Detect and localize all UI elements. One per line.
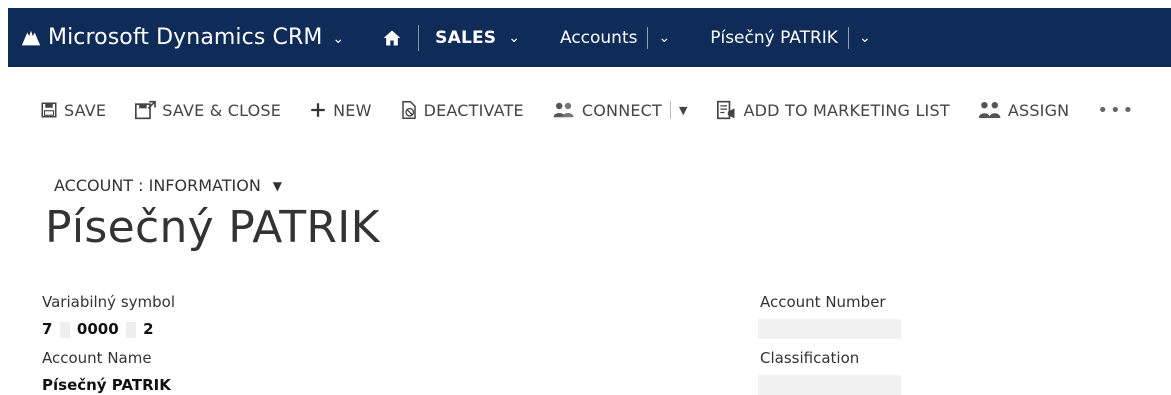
deactivate-button[interactable]: DEACTIVATE: [400, 100, 524, 120]
nav-separator: [418, 24, 420, 51]
nav-record[interactable]: Písečný PATRIK ⌄: [710, 26, 871, 49]
new-label: NEW: [333, 100, 372, 120]
app-brand[interactable]: Microsoft Dynamics CRM ⌄: [20, 25, 344, 50]
assign-label: ASSIGN: [1007, 100, 1070, 120]
masked-block: [125, 321, 136, 338]
assign-icon: [978, 102, 1001, 118]
account-number-label: Account Number: [760, 293, 886, 311]
form-selector-label: ACCOUNT : INFORMATION: [54, 176, 261, 195]
deactivate-label: DEACTIVATE: [423, 100, 524, 120]
save-close-button[interactable]: SAVE & CLOSE: [134, 100, 281, 120]
command-bar: SAVE SAVE & CLOSE NEW DEACTIVATE CONNECT…: [0, 86, 1171, 134]
people-icon: [553, 102, 574, 118]
chevron-down-icon[interactable]: ⌄: [332, 31, 344, 47]
classification-label: Classification: [760, 349, 860, 367]
assign-button[interactable]: ASSIGN: [978, 100, 1070, 120]
nav-entity-label: Accounts: [559, 27, 638, 48]
variabilny-symbol-part: 7: [42, 320, 53, 338]
more-icon[interactable]: •••: [1097, 100, 1135, 121]
nav-area-sales[interactable]: SALES ⌄: [435, 28, 520, 48]
connect-button[interactable]: CONNECT ▼: [552, 101, 688, 120]
chevron-down-icon[interactable]: ⌄: [859, 30, 871, 46]
account-number-field[interactable]: [758, 319, 901, 339]
dynamics-logo-icon: [21, 30, 41, 45]
chevron-down-icon[interactable]: ⌄: [658, 30, 670, 46]
chevron-down-icon[interactable]: ▼: [679, 104, 687, 117]
add-to-marketing-list-button[interactable]: ADD TO MARKETING LIST: [716, 100, 950, 120]
account-name-value[interactable]: Písečný PATRIK: [42, 376, 171, 394]
caret-down-icon: ▼: [272, 178, 283, 193]
record-title: Písečný PATRIK: [45, 202, 380, 253]
connect-label: CONNECT: [581, 100, 663, 120]
variabilny-symbol-label: Variabilný symbol: [42, 293, 175, 311]
variabilny-symbol-part: 0000: [76, 320, 119, 338]
save-button[interactable]: SAVE: [40, 101, 106, 120]
save-label: SAVE: [64, 100, 107, 120]
floppy-close-icon: [135, 100, 157, 120]
classification-field[interactable]: [758, 375, 901, 395]
new-button[interactable]: NEW: [309, 101, 372, 120]
nav-record-label: Písečný PATRIK: [710, 27, 838, 48]
deactivate-icon: [401, 101, 416, 119]
connect-divider: [670, 101, 672, 119]
nav-area-label: SALES: [435, 27, 497, 48]
home-icon[interactable]: [382, 28, 402, 48]
save-close-label: SAVE & CLOSE: [162, 100, 282, 120]
chevron-down-icon[interactable]: ⌄: [508, 30, 520, 46]
form-selector[interactable]: ACCOUNT : INFORMATION ▼: [54, 176, 282, 195]
variabilny-symbol-value[interactable]: 7 0000 2: [42, 320, 154, 338]
variabilny-symbol-part: 2: [143, 320, 154, 338]
floppy-icon: [41, 102, 57, 118]
account-name-label: Account Name: [42, 349, 152, 367]
masked-block: [59, 321, 70, 338]
nav-entity-accounts[interactable]: Accounts ⌄: [559, 26, 670, 49]
top-nav-bar: Microsoft Dynamics CRM ⌄ SALES ⌄ Account…: [8, 8, 1171, 67]
marketing-list-icon: [716, 100, 734, 120]
nav-separator: [847, 26, 849, 49]
app-title: Microsoft Dynamics CRM: [48, 25, 323, 50]
nav-separator: [647, 26, 649, 49]
plus-icon: [311, 103, 325, 117]
add-to-marketing-list-label: ADD TO MARKETING LIST: [743, 100, 950, 120]
